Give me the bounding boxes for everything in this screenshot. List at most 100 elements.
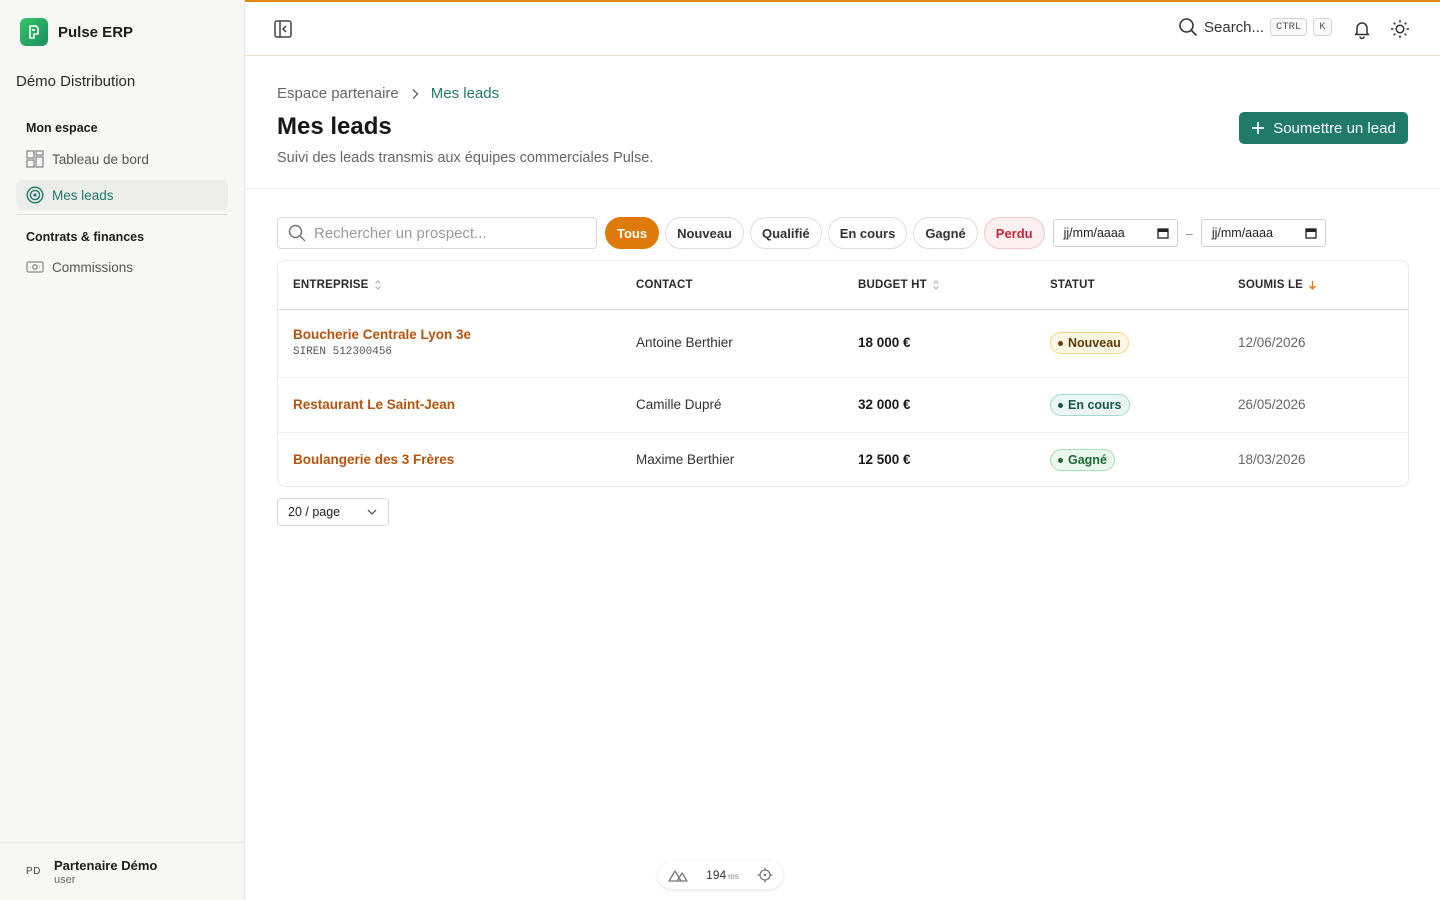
date-from-input[interactable]: jj/mm/aaaa <box>1052 219 1178 247</box>
user-name: Partenaire Démo <box>54 857 158 873</box>
company-link[interactable]: Boucherie Centrale Lyon 3e <box>293 327 471 342</box>
submitted-date-cell: 26/05/2026 <box>1238 397 1306 412</box>
search-icon <box>1179 18 1198 37</box>
nav-divider <box>16 214 228 215</box>
sidebar-toggle-button[interactable] <box>273 19 293 44</box>
sidebar-toggle-icon <box>274 20 292 38</box>
nav-section-contrats-finances: Contrats & finances Commissions <box>16 227 228 282</box>
dashboard-icon <box>26 150 44 168</box>
sidebar-item-label: Mes leads <box>52 187 114 203</box>
date-to-input[interactable]: jj/mm/aaaa <box>1200 219 1326 247</box>
nuxt-logo-icon[interactable] <box>668 868 688 882</box>
submitted-date-cell: 18/03/2026 <box>1238 452 1306 467</box>
sidebar-item-tableau-de-bord[interactable]: Tableau de bord <box>16 144 228 174</box>
company-link[interactable]: Boulangerie des 3 Frères <box>293 452 454 467</box>
sidebar-item-commissions[interactable]: Commissions <box>16 252 228 282</box>
status-label: En cours <box>1068 398 1122 412</box>
global-search-button[interactable]: Search... CTRL K <box>1178 17 1332 37</box>
status-badge: Nouveau <box>1050 332 1129 354</box>
page-header: Espace partenaire Mes leads Mes leads Su… <box>245 57 1440 189</box>
target-icon <box>26 186 44 204</box>
sun-icon <box>1391 20 1409 38</box>
filters-bar: Tous Nouveau Qualifié En cours Gagné Per… <box>277 217 1326 249</box>
company-cell: Boucherie Centrale Lyon 3e SIREN 5123004… <box>293 327 471 358</box>
breadcrumb-parent-link[interactable]: Espace partenaire <box>277 85 399 102</box>
nav-section-mon-espace: Mon espace Tableau de bord Mes leads <box>16 118 228 210</box>
page-size-value: 20 / page <box>288 505 341 519</box>
render-time-unit: ms <box>728 872 739 881</box>
page-subtitle: Suivi des leads transmis aux équipes com… <box>277 150 654 166</box>
pulse-logo-icon <box>20 18 48 46</box>
column-label: CONTACT <box>636 279 693 291</box>
sidebar-item-mes-leads[interactable]: Mes leads <box>16 180 228 210</box>
calendar-icon <box>1156 228 1169 239</box>
column-label: BUDGET HT <box>858 279 927 291</box>
prospect-search <box>277 217 597 249</box>
notifications-button[interactable] <box>1352 19 1372 44</box>
plus-icon <box>1252 122 1265 134</box>
page-size-select[interactable]: 20 / page <box>277 498 389 526</box>
status-chip-perdu[interactable]: Perdu <box>983 217 1045 249</box>
page-title: Mes leads <box>277 113 392 140</box>
column-header-soumis-le[interactable]: SOUMIS LE <box>1238 279 1317 291</box>
status-badge: En cours <box>1050 394 1130 416</box>
status-chip-tous[interactable]: Tous <box>605 217 660 249</box>
sidebar-item-label: Tableau de bord <box>52 151 149 167</box>
theme-toggle-button[interactable] <box>1390 19 1410 44</box>
table-row[interactable]: Restaurant Le Saint-Jean Camille Dupré 3… <box>278 378 1408 433</box>
column-header-budget[interactable]: BUDGET HT <box>858 279 940 291</box>
date-from-placeholder: jj/mm/aaaa <box>1063 226 1125 240</box>
breadcrumb-current: Mes leads <box>430 85 500 102</box>
status-cell: Nouveau <box>1050 332 1129 354</box>
sort-desc-icon <box>1309 281 1317 290</box>
column-header-entreprise[interactable]: ENTREPRISE <box>293 279 382 291</box>
topbar: Search... CTRL K <box>245 0 1440 56</box>
date-to-placeholder: jj/mm/aaaa <box>1211 226 1273 240</box>
status-chip-qualifie[interactable]: Qualifié <box>750 217 822 249</box>
calendar-icon <box>1305 228 1317 239</box>
chevron-right-icon <box>412 88 419 99</box>
status-label: Gagné <box>1068 453 1107 467</box>
sidebar-item-label: Commissions <box>52 259 134 275</box>
user-menu[interactable]: PD Partenaire Démo user <box>0 842 244 900</box>
date-range-separator: – <box>1185 225 1193 241</box>
budget-cell: 12 500 € <box>858 452 911 467</box>
search-label: Search... <box>1204 18 1265 36</box>
banknote-icon <box>26 261 44 273</box>
company-link[interactable]: Restaurant Le Saint-Jean <box>293 397 455 412</box>
status-badge: Gagné <box>1050 449 1115 471</box>
table-header: ENTREPRISE CONTACT BUDGET HT STATUT SOUM… <box>278 261 1408 310</box>
siren-number: SIREN 512300456 <box>293 346 393 358</box>
nav-heading: Mon espace <box>26 121 98 135</box>
submit-lead-button[interactable]: Soumettre un lead <box>1239 112 1408 144</box>
app-name: Pulse ERP <box>58 23 134 41</box>
column-header-contact: CONTACT <box>636 279 693 291</box>
table-row[interactable]: Boucherie Centrale Lyon 3e SIREN 5123004… <box>278 310 1408 378</box>
status-cell: Gagné <box>1050 449 1115 471</box>
sort-icon <box>933 280 939 290</box>
column-label: SOUMIS LE <box>1238 279 1304 291</box>
crosshair-icon[interactable] <box>757 867 773 883</box>
submitted-date-cell: 12/06/2026 <box>1238 335 1306 350</box>
devtools-pill: 194 ms <box>658 861 783 889</box>
leads-table: ENTREPRISE CONTACT BUDGET HT STATUT SOUM… <box>277 260 1409 487</box>
status-chip-nouveau[interactable]: Nouveau <box>665 217 744 249</box>
shortcut-key: CTRL <box>1270 18 1308 36</box>
search-icon <box>288 224 306 242</box>
brand[interactable]: Pulse ERP <box>20 18 133 46</box>
contact-cell: Maxime Berthier <box>636 452 735 467</box>
status-chip-en-cours[interactable]: En cours <box>827 217 908 249</box>
bell-icon <box>1354 22 1370 40</box>
submit-lead-label: Soumettre un lead <box>1273 119 1396 137</box>
table-row[interactable]: Boulangerie des 3 Frères Maxime Berthier… <box>278 433 1408 486</box>
sidebar: Pulse ERP Démo Distribution Mon espace T… <box>0 0 245 900</box>
user-role: user <box>54 873 76 886</box>
contact-cell: Camille Dupré <box>636 397 722 412</box>
sort-icon <box>374 280 381 290</box>
status-cell: En cours <box>1050 394 1130 416</box>
budget-cell: 32 000 € <box>858 397 911 412</box>
prospect-search-input[interactable] <box>314 224 584 242</box>
org-name[interactable]: Démo Distribution <box>16 73 135 90</box>
status-chip-gagne[interactable]: Gagné <box>913 217 978 249</box>
render-time-value: 194 <box>706 868 727 882</box>
